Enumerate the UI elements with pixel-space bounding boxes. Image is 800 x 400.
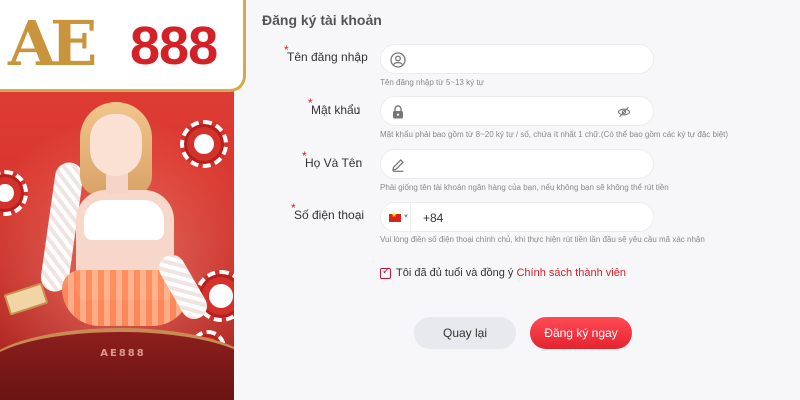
phone-country-code: +84 xyxy=(423,211,444,225)
eye-hidden-icon[interactable] xyxy=(617,105,631,119)
username-input[interactable] xyxy=(417,49,637,71)
phone-label: Số điện thoại xyxy=(294,208,365,222)
logo-number: 888 xyxy=(130,16,218,76)
promo-model-illustration xyxy=(39,102,212,342)
agreement-text: Tôi đã đủ tuổi và đồng ý xyxy=(396,267,517,279)
label-colon: : xyxy=(356,50,360,64)
label-colon: : xyxy=(356,103,360,117)
country-code-selector[interactable]: ▼ xyxy=(381,203,411,233)
casino-table xyxy=(0,328,234,400)
label-colon: : xyxy=(356,156,360,170)
phone-hint: Vui lòng điền số điện thoại chính chủ, k… xyxy=(380,235,705,244)
password-input[interactable] xyxy=(417,101,637,123)
registration-form: Đăng ký tài khoản * Tên đăng nhập : Tên … xyxy=(246,0,800,400)
vietnam-flag-icon xyxy=(389,211,401,222)
phone-field[interactable]: ▼ +84 xyxy=(380,202,654,233)
logo-letters: AE xyxy=(8,7,97,80)
form-title: Đăng ký tài khoản xyxy=(262,12,382,28)
back-button[interactable]: Quay lại xyxy=(414,317,516,349)
agree-checkbox[interactable] xyxy=(380,266,391,279)
phone-input[interactable] xyxy=(451,207,641,229)
fullname-hint: Phải giống tên tài khoản ngân hàng của b… xyxy=(380,183,669,192)
member-policy-link[interactable]: Chính sách thành viên xyxy=(516,267,625,279)
username-field[interactable] xyxy=(380,44,654,74)
password-field[interactable] xyxy=(380,96,654,126)
fullname-label: Họ Và Tên xyxy=(305,156,363,170)
brand-logo: AE 888 xyxy=(0,0,246,92)
username-hint: Tên đăng nhập từ 5~13 ký tự xyxy=(380,78,484,87)
lock-icon xyxy=(393,105,403,119)
edit-icon xyxy=(392,159,404,172)
password-label: Mật khẩu xyxy=(311,103,361,117)
fullname-field[interactable] xyxy=(380,149,654,179)
user-icon xyxy=(390,52,406,68)
fullname-input[interactable] xyxy=(417,154,637,176)
register-button[interactable]: Đăng ký ngay xyxy=(530,317,632,349)
chevron-down-icon: ▼ xyxy=(403,214,409,220)
casino-table-label: AE888 xyxy=(100,348,146,359)
password-hint: Mật khẩu phải bao gồm từ 8~20 ký tự / số… xyxy=(380,130,729,139)
label-colon: : xyxy=(356,208,360,222)
